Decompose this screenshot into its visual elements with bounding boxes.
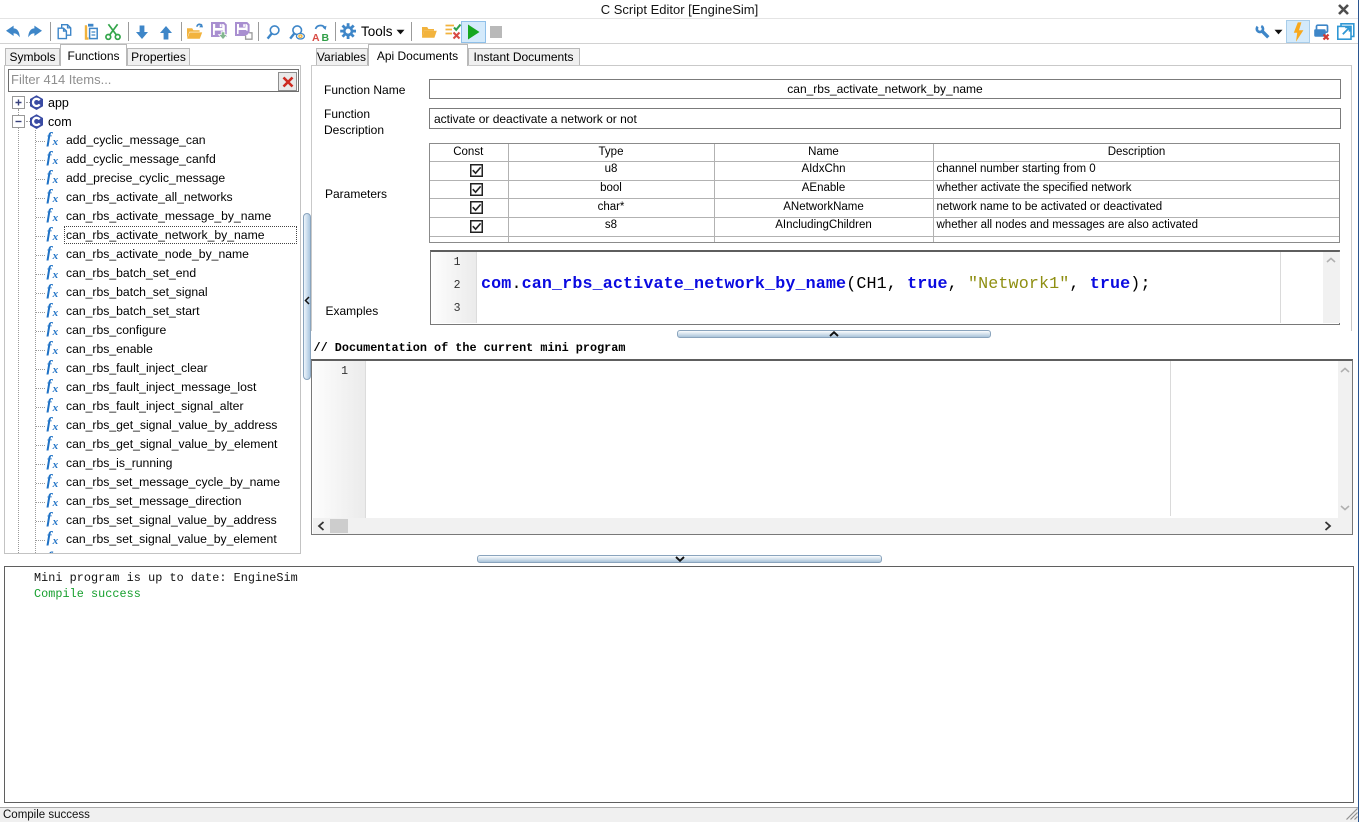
svg-text:B: B: [322, 32, 330, 42]
svg-text:A: A: [312, 32, 320, 42]
